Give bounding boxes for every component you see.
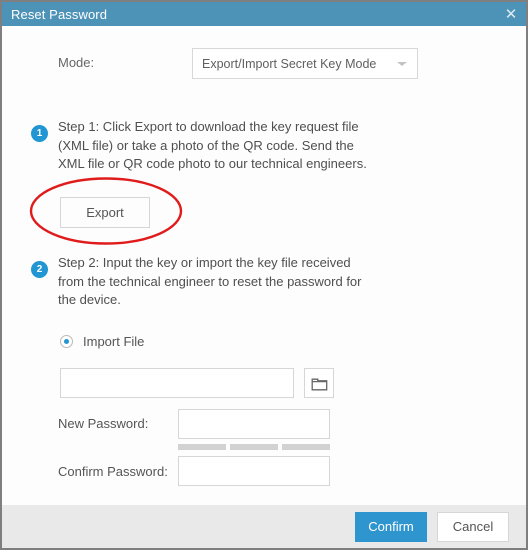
dialog-title: Reset Password xyxy=(11,6,108,22)
cancel-button[interactable]: Cancel xyxy=(437,511,509,542)
dialog-titlebar: Reset Password ✕ xyxy=(2,2,526,26)
confirm-button[interactable]: Confirm xyxy=(355,511,427,542)
chevron-down-icon xyxy=(397,61,407,66)
close-icon[interactable]: ✕ xyxy=(496,2,526,26)
new-password-input[interactable] xyxy=(178,409,330,439)
mode-label: Mode: xyxy=(58,55,95,70)
import-file-radio[interactable] xyxy=(60,334,73,348)
mode-select-value: Export/Import Secret Key Mode xyxy=(202,56,377,71)
step-1-badge: 1 xyxy=(31,125,48,142)
export-button[interactable]: Export xyxy=(60,197,150,228)
import-file-input[interactable] xyxy=(60,368,294,398)
new-password-label: New Password: xyxy=(58,416,149,431)
confirm-password-label: Confirm Password: xyxy=(58,464,168,479)
import-file-radio-row[interactable]: Import File xyxy=(60,331,144,351)
confirm-password-input[interactable] xyxy=(178,456,330,486)
strength-segment xyxy=(230,444,278,450)
password-strength-meter xyxy=(178,444,330,450)
dialog-footer: Confirm Cancel xyxy=(2,505,526,548)
dialog-body: Mode: Export/Import Secret Key Mode 1 St… xyxy=(2,26,526,505)
strength-segment xyxy=(282,444,330,450)
step-2-text: Step 2: Input the key or import the key … xyxy=(58,255,362,307)
step-1-text: Step 1: Click Export to download the key… xyxy=(58,119,367,171)
reset-password-dialog: Reset Password ✕ Mode: Export/Import Sec… xyxy=(0,0,528,550)
strength-segment xyxy=(178,444,226,450)
browse-file-button[interactable] xyxy=(304,368,334,398)
import-file-label: Import File xyxy=(83,333,145,349)
mode-select[interactable]: Export/Import Secret Key Mode xyxy=(192,48,418,79)
mode-row: Mode: Export/Import Secret Key Mode xyxy=(2,48,526,80)
step-2-badge: 2 xyxy=(31,261,48,278)
folder-icon xyxy=(311,378,327,390)
